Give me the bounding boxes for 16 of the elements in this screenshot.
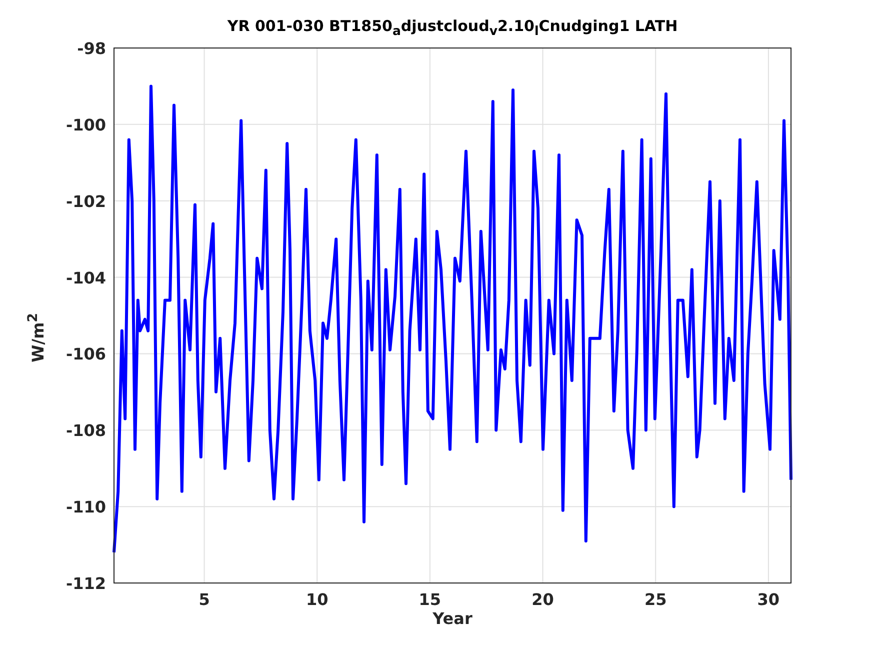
x-tick-label: 20 (532, 590, 554, 609)
x-tick-label: 5 (198, 590, 210, 609)
chart-title: YR 001-030 BT1850$_{a}$djustcloud$_{v}$2.10$_{l}$Cnudging1 LATH (227, 17, 678, 40)
x-tick-label: 15 (418, 590, 442, 609)
y-tick-label: -102 (66, 192, 106, 211)
y-tick-label: -110 (66, 498, 106, 517)
y-tick-label: -104 (66, 268, 106, 288)
x-axis-label: Year (432, 609, 472, 628)
x-tick-label: 30 (757, 590, 780, 609)
y-tick-label: -106 (66, 344, 106, 364)
x-tick-label: 25 (644, 590, 667, 609)
y-tick-label: -100 (66, 115, 106, 134)
y-tick-label: -108 (66, 421, 106, 440)
y-tick-label: -112 (66, 574, 106, 593)
y-tick-label: -98 (77, 40, 106, 58)
x-tick-label: 10 (306, 590, 328, 609)
